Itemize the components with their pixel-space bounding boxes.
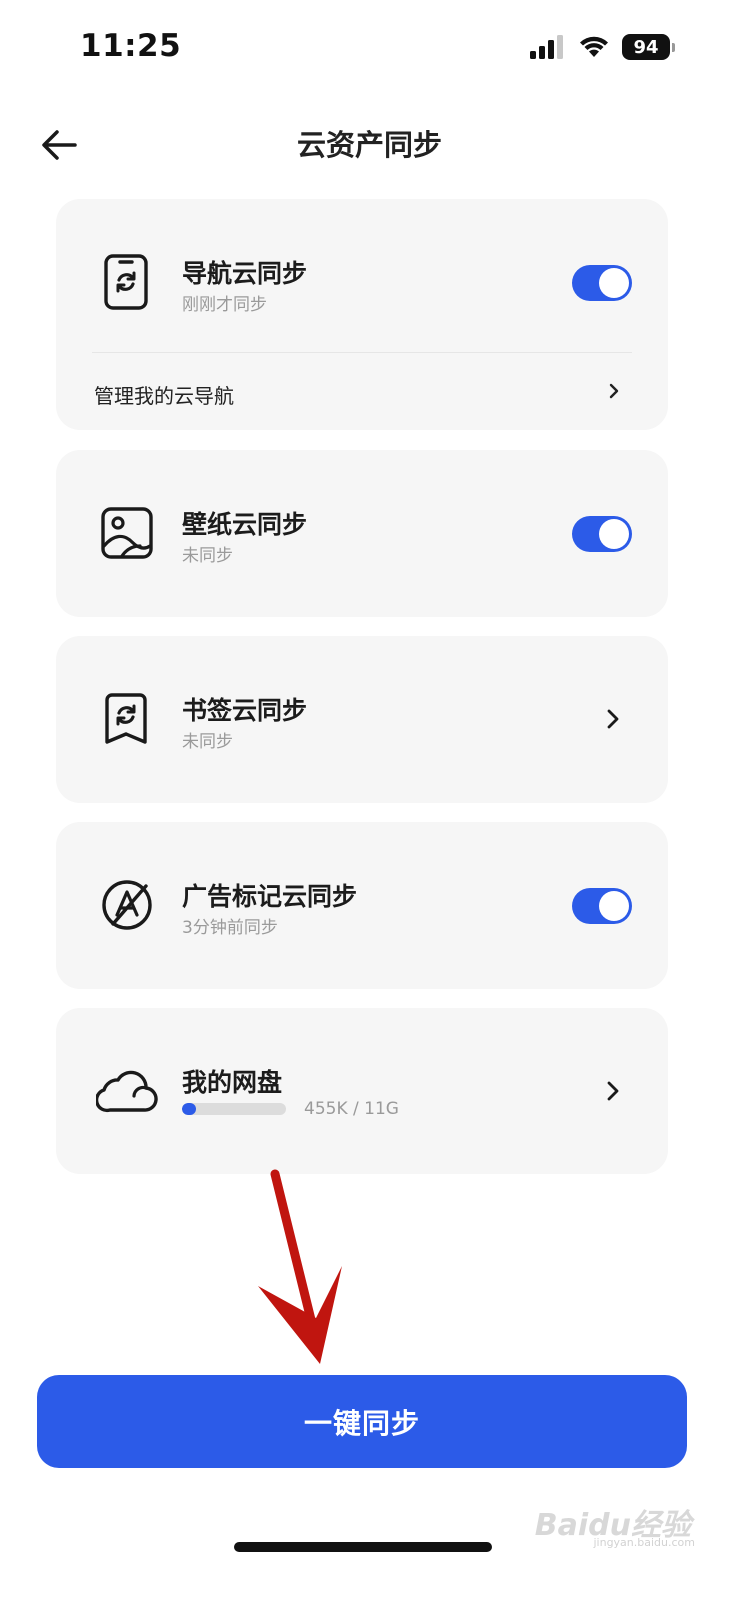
manage-cloud-nav-label: 管理我的云导航 — [94, 384, 234, 408]
nav-sync-card: 导航云同步 刚刚才同步 管理我的云导航 — [56, 199, 668, 430]
wallpaper-sync-card: 壁纸云同步 未同步 — [56, 450, 668, 617]
nav-sync-status: 刚刚才同步 — [182, 295, 267, 315]
page-title: 云资产同步 — [296, 128, 442, 162]
adblock-sync-title: 广告标记云同步 — [182, 882, 358, 911]
battery-icon: 94 — [622, 34, 675, 60]
nav-sync-toggle[interactable] — [572, 265, 632, 301]
cloud-drive-card[interactable]: 我的网盘 455K / 11G — [56, 1008, 668, 1174]
sync-all-button[interactable]: 一键同步 — [37, 1375, 687, 1468]
bookmark-sync-card[interactable]: 书签云同步 未同步 — [56, 636, 668, 803]
storage-progress-fill — [182, 1103, 196, 1115]
status-time: 11:25 — [80, 28, 182, 64]
annotation-arrow-icon — [258, 1169, 342, 1364]
wallpaper-sync-title: 壁纸云同步 — [182, 510, 308, 539]
cloud-icon — [96, 1066, 158, 1114]
manage-cloud-nav-row[interactable]: 管理我的云导航 — [56, 354, 668, 430]
phone-sync-icon — [100, 253, 152, 311]
cellular-signal-icon — [530, 35, 563, 59]
status-icons: 94 — [530, 34, 675, 60]
storage-usage-text: 455K / 11G — [304, 1099, 399, 1119]
home-indicator[interactable] — [234, 1542, 492, 1552]
adblock-sync-card: 广告标记云同步 3分钟前同步 — [56, 822, 668, 989]
battery-level: 94 — [622, 34, 670, 60]
bookmark-sync-status: 未同步 — [182, 732, 233, 752]
adblock-sync-toggle[interactable] — [572, 888, 632, 924]
wallpaper-sync-status: 未同步 — [182, 546, 233, 566]
cloud-drive-title: 我的网盘 — [182, 1068, 283, 1097]
chevron-right-icon — [606, 1080, 620, 1102]
wifi-icon — [580, 36, 608, 57]
ad-block-icon — [100, 878, 154, 932]
nav-sync-title: 导航云同步 — [182, 259, 308, 288]
chevron-right-icon — [608, 382, 620, 400]
chevron-right-icon — [606, 708, 620, 730]
wallpaper-sync-toggle[interactable] — [572, 516, 632, 552]
divider — [92, 352, 632, 353]
bookmark-sync-icon — [102, 692, 150, 746]
watermark-url: jingyan.baidu.com — [593, 1536, 695, 1549]
adblock-sync-status: 3分钟前同步 — [182, 918, 278, 938]
storage-progress-bar — [182, 1103, 286, 1115]
bookmark-sync-title: 书签云同步 — [182, 696, 308, 725]
image-icon — [100, 506, 154, 560]
